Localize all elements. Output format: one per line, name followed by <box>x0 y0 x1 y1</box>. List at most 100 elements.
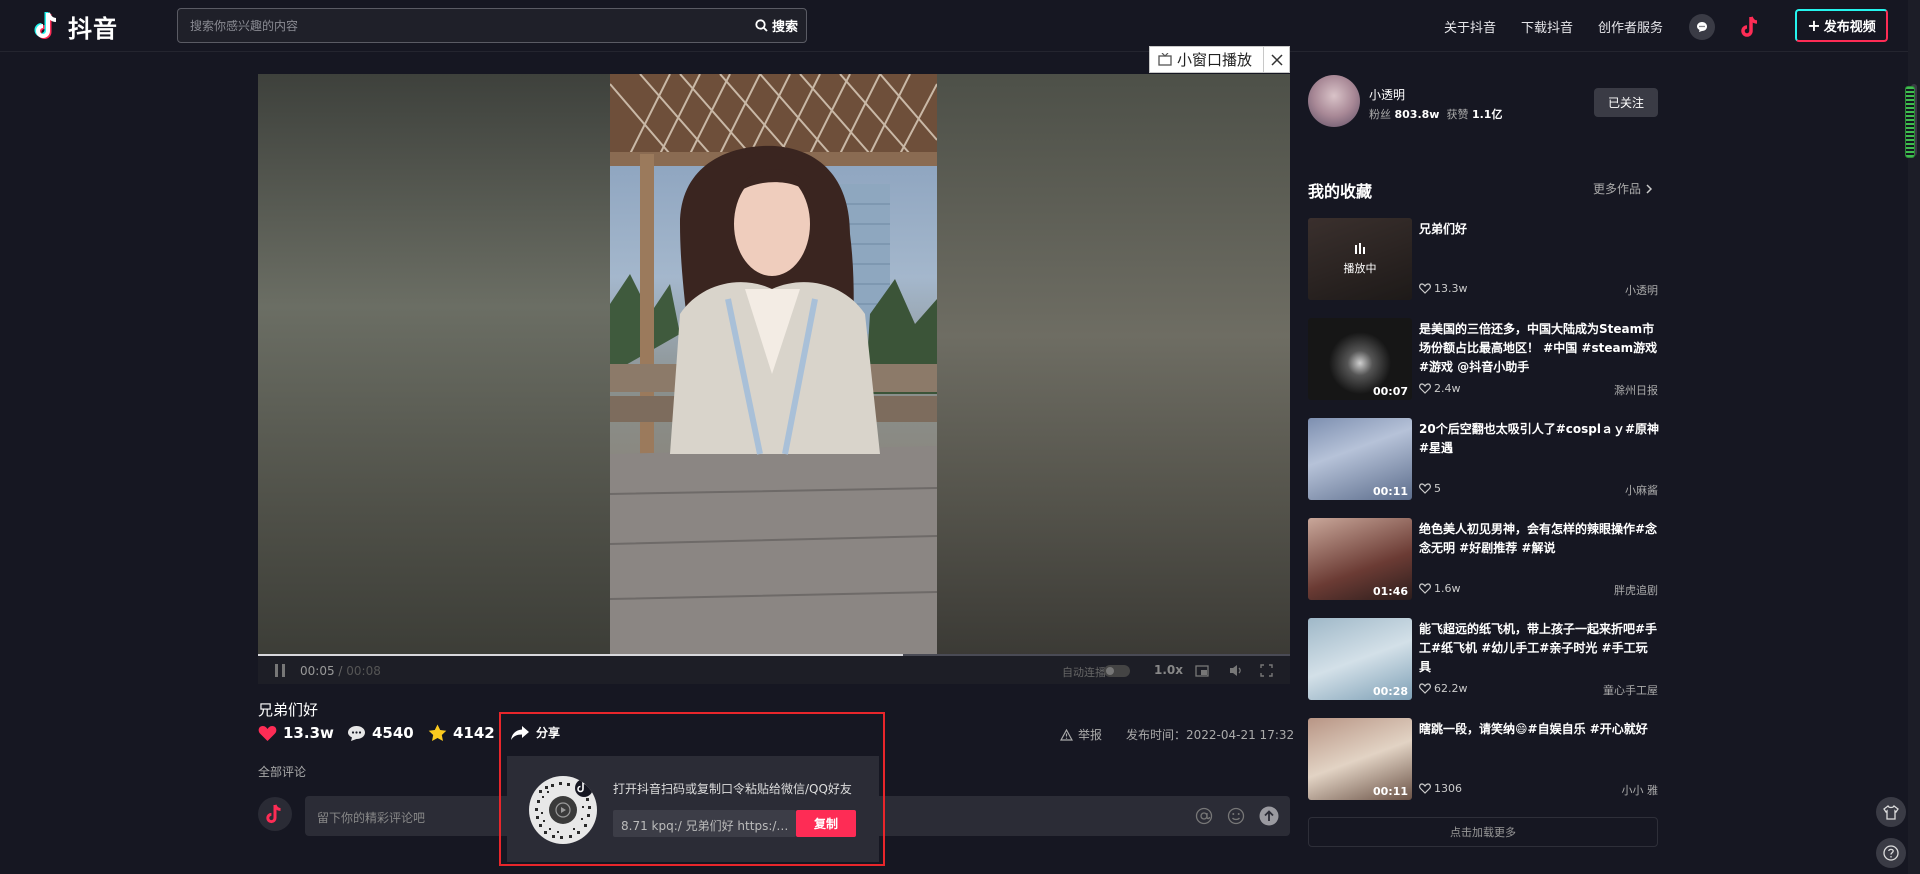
load-more-button[interactable]: 点击加载更多 <box>1308 817 1658 847</box>
nav-about[interactable]: 关于抖音 <box>1444 17 1496 36</box>
heart-outline-icon <box>1419 683 1431 694</box>
heart-outline-icon <box>1419 783 1431 794</box>
collection-item-author[interactable]: 小透明 <box>1625 282 1658 298</box>
heart-icon <box>258 725 277 741</box>
top-header: 抖音 搜索你感兴趣的内容 搜索 关于抖音 下载抖音 创作者服务 + 发布视频 <box>0 0 1920 52</box>
collection-item[interactable]: 00:07 是美国的三倍还多，中国大陆成为Steam市场份额占比最高地区！ #中国… <box>1308 318 1658 400</box>
collection-item-author[interactable]: 小小 雅 <box>1622 782 1659 798</box>
mini-player-close-button[interactable] <box>1263 47 1289 72</box>
collection-item-author[interactable]: 胖虎追剧 <box>1614 582 1658 598</box>
collection-item-author[interactable]: 滁州日报 <box>1614 382 1658 398</box>
share-popup-highlight: 打开抖音扫码或复制口令粘贴给微信/QQ好友 8.71 kpq:/ 兄弟们好 ht… <box>499 712 885 866</box>
playing-label: 播放中 <box>1343 262 1377 275</box>
search-bar[interactable]: 搜索你感兴趣的内容 搜索 <box>177 8 807 43</box>
collection-item-title[interactable]: 绝色美人初见男神，会有怎样的辣眼操作#念念无明 #好剧推荐 #解说 <box>1419 520 1659 558</box>
user-avatar[interactable] <box>1735 11 1767 43</box>
collection-item-title[interactable]: 瞎跳一段，请笑纳😄#自娱自乐 #开心就好 <box>1419 720 1659 739</box>
video-scene-illustration <box>610 74 937 656</box>
speed-button[interactable]: 1.0x <box>1154 663 1183 677</box>
video-duration: 00:28 <box>1372 685 1408 698</box>
nav-download[interactable]: 下载抖音 <box>1521 17 1573 36</box>
collection-item-title[interactable]: 兄弟们好 <box>1419 220 1659 239</box>
pause-icon[interactable] <box>274 664 286 677</box>
mini-player-toggle[interactable]: 小窗口播放 <box>1149 46 1290 73</box>
picture-in-picture-icon[interactable] <box>1195 665 1209 677</box>
report-button[interactable]: 举报 <box>1060 726 1102 743</box>
author-name[interactable]: 小透明 <box>1369 86 1405 103</box>
collection-item[interactable]: 01:46 绝色美人初见男神，会有怎样的辣眼操作#念念无明 #好剧推荐 #解说 1.… <box>1308 518 1658 600</box>
collection-item[interactable]: 播放中 兄弟们好 13.3w 小透明 <box>1308 218 1658 300</box>
video-thumbnail[interactable]: 01:46 <box>1308 518 1412 600</box>
search-button[interactable]: 搜索 <box>747 16 806 35</box>
video-frame <box>610 74 937 656</box>
more-works-link[interactable]: 更多作品 <box>1593 180 1653 197</box>
comments-section-title: 全部评论 <box>258 765 307 779</box>
video-player[interactable]: 00:05 / 00:08 自动连播 1.0x <box>258 74 1290 684</box>
share-instruction: 打开抖音扫码或复制口令粘贴给微信/QQ好友 <box>613 782 852 796</box>
mini-player-label: 小窗口播放 <box>1177 51 1253 69</box>
search-input[interactable]: 搜索你感兴趣的内容 <box>178 17 747 34</box>
douyin-badge-icon <box>577 780 588 793</box>
comment-count: 4540 <box>372 724 414 742</box>
followed-button[interactable]: 已关注 <box>1594 88 1658 117</box>
heart-outline-icon <box>1419 283 1431 294</box>
douyin-note-icon <box>1741 16 1758 37</box>
video-thumbnail[interactable]: 00:28 <box>1308 618 1412 700</box>
video-thumbnail[interactable]: 00:07 <box>1308 318 1412 400</box>
close-icon <box>1270 53 1283 66</box>
collection-item[interactable]: 00:28 能飞超远的纸飞机，带上孩子一起来折吧#手工#纸飞机 #幼儿手工#亲子时… <box>1308 618 1658 700</box>
playing-overlay: 播放中 <box>1308 218 1412 300</box>
comment-input-placeholder: 留下你的精彩评论吧 <box>317 811 426 825</box>
plus-icon: + <box>1807 15 1821 35</box>
chevron-right-icon <box>1646 183 1653 194</box>
collection-item[interactable]: 00:11 瞎跳一段，请笑纳😄#自娱自乐 #开心就好 1306 小小 雅 <box>1308 718 1658 800</box>
favorite-button[interactable]: 4142 <box>428 724 495 742</box>
theme-button[interactable] <box>1876 797 1906 827</box>
copy-button[interactable]: 复制 <box>796 810 856 837</box>
douyin-logo[interactable]: 抖音 <box>34 10 118 43</box>
tv-icon <box>1158 53 1172 66</box>
share-link-field[interactable]: 8.71 kpq:/ 兄弟们好 https://v.douyin.com <box>613 810 796 837</box>
collection-item[interactable]: 00:11 20个后空翻也太吸引人了#cosplａｙ#原神 #星遇 5 小麻酱 <box>1308 418 1659 500</box>
video-blur-right <box>937 74 1290 656</box>
help-button[interactable] <box>1876 838 1906 868</box>
video-duration: 00:11 <box>1372 785 1408 798</box>
video-duration: 00:07 <box>1372 385 1408 398</box>
logo-text: 抖音 <box>68 14 118 43</box>
author-likes-count: 1.1亿 <box>1471 108 1503 121</box>
collection-item-likes: 2.4w <box>1419 382 1461 395</box>
autoplay-toggle[interactable] <box>1104 665 1130 677</box>
send-icon[interactable] <box>1259 806 1279 826</box>
collection-item-likes: 1.6w <box>1419 582 1461 595</box>
collection-item-author[interactable]: 小麻酱 <box>1625 482 1658 498</box>
player-controls: 00:05 / 00:08 自动连播 1.0x <box>258 656 1290 684</box>
author-avatar[interactable] <box>1308 75 1360 127</box>
volume-icon[interactable] <box>1229 664 1243 677</box>
comment-button[interactable]: 4540 <box>347 724 414 742</box>
message-button[interactable] <box>1689 14 1715 40</box>
collection-item-title[interactable]: 是美国的三倍还多，中国大陆成为Steam市场份额占比最高地区！ #中国 #ste… <box>1419 320 1659 377</box>
nav-creator-services[interactable]: 创作者服务 <box>1598 17 1663 36</box>
heart-outline-icon <box>1419 483 1431 494</box>
collection-item-author[interactable]: 童心手工屋 <box>1603 682 1658 698</box>
collection-item-likes: 5 <box>1419 482 1441 495</box>
duration: 00:08 <box>346 664 381 678</box>
mini-player-button[interactable]: 小窗口播放 <box>1150 49 1263 70</box>
fullscreen-icon[interactable] <box>1260 664 1273 677</box>
video-thumbnail[interactable]: 00:11 <box>1308 418 1412 500</box>
video-thumbnail[interactable]: 00:11 <box>1308 718 1412 800</box>
warning-icon <box>1060 728 1073 741</box>
collection-item-title[interactable]: 20个后空翻也太吸引人了#cosplａｙ#原神 #星遇 <box>1419 420 1659 458</box>
fans-label: 粉丝 <box>1369 108 1391 121</box>
collection-item-title[interactable]: 能飞超远的纸飞机，带上孩子一起来折吧#手工#纸飞机 #幼儿手工#亲子时光 #手工… <box>1419 620 1659 677</box>
publish-video-button[interactable]: + 发布视频 <box>1795 9 1888 42</box>
playing-bars-icon <box>1355 243 1365 254</box>
publish-time: 发布时间：2022-04-21 17:32 <box>1126 728 1295 742</box>
at-mention-icon[interactable] <box>1195 807 1213 825</box>
emoji-icon[interactable] <box>1227 807 1245 825</box>
like-count: 1.6w <box>1434 582 1461 595</box>
video-thumbnail[interactable]: 播放中 <box>1308 218 1412 300</box>
heart-outline-icon <box>1419 583 1431 594</box>
share-popup: 打开抖音扫码或复制口令粘贴给微信/QQ好友 8.71 kpq:/ 兄弟们好 ht… <box>507 756 879 862</box>
like-button[interactable]: 13.3w <box>258 724 334 742</box>
